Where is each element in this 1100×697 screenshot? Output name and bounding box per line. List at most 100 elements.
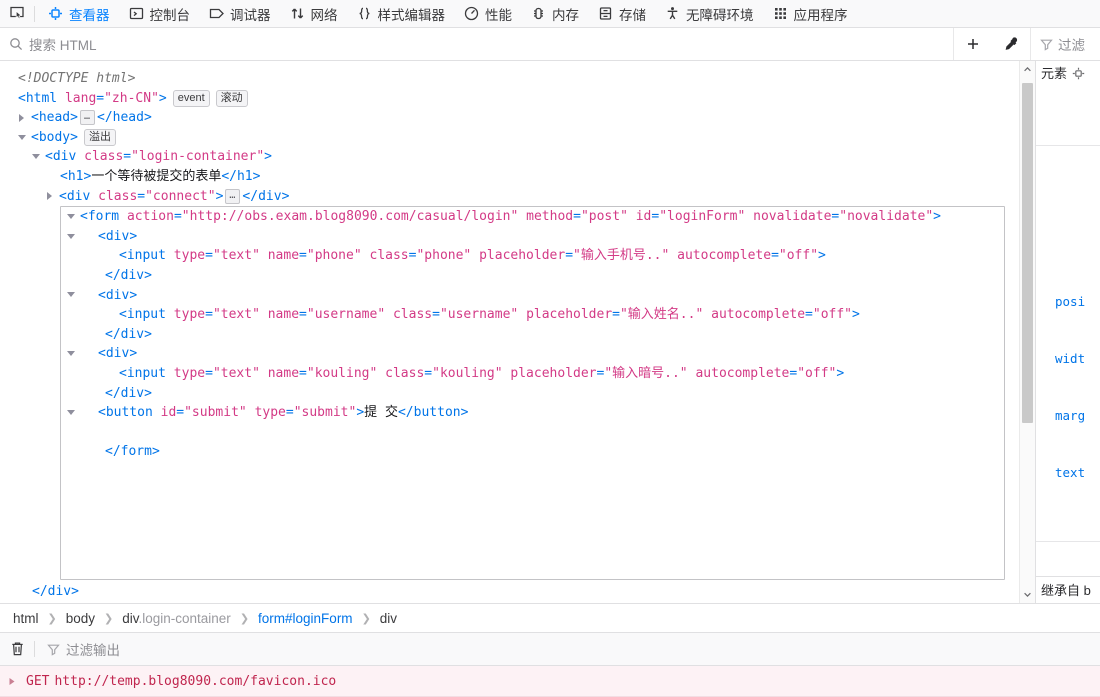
filter-label: 过滤	[1058, 38, 1085, 53]
twisty-login-container[interactable]	[32, 152, 42, 162]
rule-prop[interactable]: marg	[1041, 406, 1100, 425]
twisty-button[interactable]	[67, 408, 77, 418]
scroll-up-icon[interactable]	[1020, 61, 1035, 78]
inherited-from-label: 继承自 b	[1036, 576, 1100, 603]
node-html[interactable]: < html lang = "zh-CN" > event 滚动	[0, 89, 1035, 109]
node-script[interactable]: <script src="js/jquery.min.js"></script>	[0, 602, 1035, 603]
breadcrumb-item-div-login-container[interactable]: div.login-container	[117, 609, 236, 628]
badge-event[interactable]: event	[172, 89, 210, 107]
node-div-username-close[interactable]: </div >	[61, 325, 1004, 345]
accessibility-icon	[664, 5, 681, 22]
debugger-icon	[208, 5, 225, 22]
tab-debugger[interactable]: 调试器	[199, 1, 280, 27]
filter-icon	[1040, 38, 1053, 51]
scroll-down-icon[interactable]	[1020, 586, 1035, 603]
tab-console[interactable]: 控制台	[119, 1, 200, 27]
rule-block-form[interactable]: form posi widt marg text }	[1036, 145, 1100, 541]
twisty-div-kouling[interactable]	[67, 349, 77, 359]
css-rules-pane[interactable]: 元素 } form posi	[1035, 61, 1100, 603]
breadcrumb-separator: ❯	[47, 612, 57, 625]
node-form-close[interactable]: </form >	[61, 442, 1004, 462]
twisty-div-username[interactable]	[67, 290, 77, 300]
split-console: 过滤输出 GET http://temp.blog8090.com/favico…	[0, 633, 1100, 697]
rule-prop[interactable]: posi	[1041, 292, 1100, 311]
node-button-submit[interactable]: < button id = "submit" type = "submit" > 提 交 </b…	[61, 403, 1004, 423]
tab-accessibility[interactable]: 无障碍环境	[655, 1, 763, 27]
rule-prop[interactable]: widt	[1041, 349, 1100, 368]
node-pad-1	[61, 462, 1004, 482]
node-div-phone-close[interactable]: </div >	[61, 266, 1004, 286]
console-message-row[interactable]: GET http://temp.blog8090.com/favicon.ico	[0, 666, 1100, 697]
badge-overflow[interactable]: 溢出	[83, 129, 116, 147]
breadcrumb-item-div[interactable]: div	[375, 609, 402, 628]
node-blank	[61, 423, 1004, 443]
console-message-url[interactable]: http://temp.blog8090.com/favicon.ico	[54, 674, 336, 689]
twisty-body[interactable]	[18, 133, 28, 143]
badge-scroll[interactable]: 滚动	[215, 89, 248, 107]
tab-label: 查看器	[69, 7, 110, 23]
console-filter-input[interactable]: 过滤输出	[35, 639, 120, 659]
target-icon[interactable]	[1072, 67, 1085, 80]
chevron-right-icon[interactable]	[6, 677, 18, 686]
tab-application[interactable]: 应用程序	[763, 1, 857, 27]
search-icon	[9, 37, 23, 51]
node-head[interactable]: < head >… </head >	[0, 108, 1035, 128]
search-input[interactable]: 搜索 HTML	[0, 28, 954, 60]
rule-prop[interactable]: text	[1041, 463, 1100, 482]
collapsed-children-icon[interactable]: …	[79, 110, 95, 126]
collapsed-children-icon[interactable]: …	[225, 188, 241, 204]
node-doctype[interactable]: <!DOCTYPE html>	[0, 69, 1035, 89]
tab-performance[interactable]: 性能	[454, 1, 521, 27]
breadcrumb-item-body[interactable]: body	[61, 609, 100, 628]
node-div-login-container[interactable]: < div class = "login-container" >	[0, 147, 1035, 167]
node-form[interactable]: < form action = "http://obs.exam.blog8090.c…	[61, 207, 1004, 227]
inspector-icon	[47, 5, 64, 22]
node-input-username[interactable]: < input type = "text" name = "username" class…	[61, 305, 1004, 325]
style-editor-icon	[356, 5, 373, 22]
node-login-container-close[interactable]: </div >	[0, 582, 1035, 602]
markup-view[interactable]: <!DOCTYPE html> < html lang = "zh-CN" > even…	[0, 61, 1035, 603]
script-src-link[interactable]: js/jquery.min.js	[148, 602, 273, 603]
trash-icon[interactable]	[0, 641, 34, 657]
eyedropper-icon[interactable]	[997, 31, 1025, 57]
console-filter-placeholder: 过滤输出	[66, 643, 120, 658]
node-body[interactable]: < body > 溢出	[0, 128, 1035, 148]
rule-block-close-only[interactable]: }	[1036, 85, 1100, 145]
devtools-window: 查看器 控制台 调试器 网络 样式编辑器 性能 内存 存储 无障碍环境 应用程序…	[0, 0, 1100, 697]
plus-icon[interactable]	[959, 31, 987, 57]
breadcrumb-item-form-loginform[interactable]: form#loginForm	[253, 609, 358, 628]
node-pad-2	[61, 481, 1004, 501]
node-h1[interactable]: < h1 > 一个等待被提交的表单 </h1 >	[0, 167, 1035, 187]
toolbar-divider	[34, 5, 35, 22]
h1-text: 一个等待被提交的表单	[91, 168, 222, 184]
tab-label: 性能	[485, 7, 512, 23]
console-message-method: GET	[26, 673, 50, 689]
node-input-kouling[interactable]: < input type = "text" name = "kouling" class =…	[61, 364, 1004, 384]
tab-network[interactable]: 网络	[280, 1, 347, 27]
twisty-connect[interactable]	[46, 191, 56, 201]
tab-label: 内存	[552, 7, 579, 23]
node-input-phone[interactable]: < input type = "text" name = "phone" class = "p…	[61, 246, 1004, 266]
breadcrumb-item-html[interactable]: html	[8, 609, 44, 628]
tab-storage[interactable]: 存储	[588, 1, 655, 27]
inspector-searchbar: 搜索 HTML 过滤	[0, 28, 1100, 61]
twisty-div-phone[interactable]	[67, 232, 77, 242]
twisty-form[interactable]	[67, 212, 77, 222]
filter-icon	[47, 643, 60, 656]
element-picker-icon[interactable]	[3, 2, 31, 26]
tab-label: 控制台	[149, 7, 191, 23]
node-div-kouling-wrap[interactable]: < div >	[61, 344, 1004, 364]
twisty-head[interactable]	[18, 113, 28, 123]
scrollbar-thumb[interactable]	[1022, 83, 1033, 423]
tab-memory[interactable]: 内存	[521, 1, 588, 27]
markup-scrollbar[interactable]	[1019, 61, 1035, 603]
node-div-kouling-close[interactable]: </div >	[61, 384, 1004, 404]
breadcrumb-separator: ❯	[361, 612, 371, 625]
node-div-phone-wrap[interactable]: < div >	[61, 227, 1004, 247]
node-div-username-wrap[interactable]: < div >	[61, 286, 1004, 306]
style-filter-input[interactable]: 过滤	[1031, 28, 1100, 60]
tab-style-editor[interactable]: 样式编辑器	[347, 1, 455, 27]
tab-inspector[interactable]: 查看器	[38, 1, 119, 27]
devtools-toolbar: 查看器 控制台 调试器 网络 样式编辑器 性能 内存 存储 无障碍环境 应用程序	[0, 0, 1100, 28]
node-div-connect[interactable]: < div class = "connect" >… </div >	[0, 187, 1035, 207]
